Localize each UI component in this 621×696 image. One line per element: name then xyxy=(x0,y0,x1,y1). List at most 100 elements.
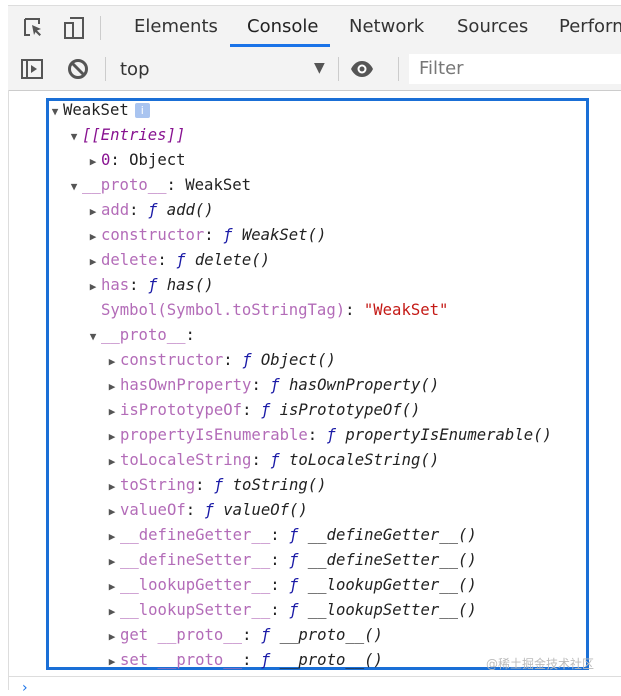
tree-row[interactable]: ▶ constructor: ƒ WeakSet() xyxy=(85,223,327,249)
collapsed-triangle-icon[interactable]: ▶ xyxy=(104,374,120,399)
tree-row[interactable]: ▶ __defineSetter__: ƒ __defineSetter__() xyxy=(104,548,477,573)
inspect-element-icon[interactable] xyxy=(22,16,46,40)
collapsed-triangle-icon[interactable]: ▶ xyxy=(104,474,120,499)
divider xyxy=(398,57,399,81)
property-key: has xyxy=(101,276,130,294)
function-icon: ƒ xyxy=(260,651,271,669)
function-name: WeakSet() xyxy=(241,226,327,244)
separator: : xyxy=(129,201,148,219)
property-key: __lookupSetter__ xyxy=(120,601,271,619)
tree-row[interactable]: ▶ has: ƒ has() xyxy=(85,273,214,298)
tree-row[interactable]: ▼ __proto__: xyxy=(85,323,195,348)
tab-network[interactable]: Network xyxy=(349,16,424,37)
tree-row[interactable]: ▶ __lookupSetter__: ƒ __lookupSetter__() xyxy=(104,598,477,623)
chevron-down-icon[interactable]: ▼ xyxy=(314,60,325,76)
collapsed-triangle-icon[interactable]: ▶ xyxy=(85,224,101,249)
function-icon: ƒ xyxy=(289,551,299,569)
collapsed-triangle-icon[interactable]: ▶ xyxy=(104,449,120,474)
tab-console[interactable]: Console xyxy=(247,16,318,37)
divider xyxy=(105,57,106,81)
collapsed-triangle-icon[interactable]: ▶ xyxy=(104,399,120,424)
tree-row[interactable]: ▶ toLocaleString: ƒ toLocaleString() xyxy=(104,448,440,474)
tab-performance[interactable]: Perform xyxy=(559,16,621,37)
function-icon: ƒ xyxy=(242,351,252,369)
console-prompt[interactable]: › xyxy=(22,680,28,696)
property-key: hasOwnProperty xyxy=(120,376,252,394)
tree-row[interactable]: ▶ valueOf: ƒ valueOf() xyxy=(104,498,308,523)
collapsed-triangle-icon[interactable]: ▶ xyxy=(104,574,120,599)
clear-console-icon[interactable] xyxy=(66,57,90,81)
property-key: 0 xyxy=(101,151,111,169)
separator: : xyxy=(242,626,261,644)
function-name: __proto__() xyxy=(279,626,383,644)
tree-row[interactable]: ▶ get __proto__: ƒ __proto__() xyxy=(104,623,383,648)
expanded-triangle-icon[interactable]: ▼ xyxy=(66,124,82,149)
tree-row[interactable]: ▶ add: ƒ add() xyxy=(85,198,214,223)
expanded-triangle-icon[interactable]: ▼ xyxy=(85,324,101,349)
separator: : xyxy=(270,551,289,569)
tree-row[interactable]: ▶ delete: ƒ delete() xyxy=(85,248,270,273)
filter-input[interactable] xyxy=(409,54,619,83)
expanded-triangle-icon[interactable]: ▼ xyxy=(66,174,82,199)
tree-row[interactable]: ▼ __proto__: WeakSet xyxy=(66,173,251,198)
watermark: @稀土掘金技术社区 xyxy=(486,657,595,671)
collapsed-triangle-icon[interactable]: ▶ xyxy=(104,524,120,549)
function-name: __lookupGetter__() xyxy=(307,576,477,594)
separator: : xyxy=(307,426,327,444)
collapsed-triangle-icon[interactable]: ▶ xyxy=(104,349,120,374)
collapsed-triangle-icon[interactable]: ▶ xyxy=(85,149,101,174)
sidebar-toggle-icon[interactable] xyxy=(20,57,44,81)
separator: : xyxy=(195,476,214,494)
property-key: toString xyxy=(120,476,196,494)
tree-row[interactable]: ▼ [[Entries]] xyxy=(66,123,186,149)
console-toolbar: top ▼ xyxy=(8,48,621,91)
tree-row[interactable]: Symbol(Symbol.toStringTag): "WeakSet" xyxy=(85,298,448,323)
tree-row[interactable]: ▶ __lookupGetter__: ƒ __lookupGetter__() xyxy=(104,573,477,598)
function-name: __lookupSetter__() xyxy=(307,601,477,619)
tree-row[interactable]: ▶ 0: Object xyxy=(85,148,186,173)
collapsed-triangle-icon[interactable]: ▶ xyxy=(85,274,101,299)
separator: : xyxy=(270,576,289,594)
filter-field[interactable] xyxy=(409,54,621,84)
separator: : xyxy=(185,501,205,519)
function-icon: ƒ xyxy=(147,201,158,219)
separator: : xyxy=(242,401,261,419)
tree-row[interactable]: ▶ hasOwnProperty: ƒ hasOwnProperty() xyxy=(104,373,440,399)
property-key: propertyIsEnumerable xyxy=(120,426,308,444)
collapsed-triangle-icon[interactable]: ▶ xyxy=(104,499,120,524)
tree-row[interactable]: ▶ constructor: ƒ Object() xyxy=(104,348,336,373)
eye-icon[interactable] xyxy=(350,57,374,81)
collapsed-triangle-icon[interactable]: ▶ xyxy=(85,199,101,224)
function-name: isPrototypeOf() xyxy=(279,401,421,419)
property-key: get __proto__ xyxy=(120,626,243,644)
string-value: "WeakSet" xyxy=(363,301,449,319)
separator: : xyxy=(166,176,186,194)
info-icon[interactable]: i xyxy=(134,103,150,118)
tree-row[interactable]: ▶ __defineGetter__: ƒ __defineGetter__() xyxy=(104,523,477,548)
tree-row[interactable]: ▶ set __proto__: ƒ __proto__() xyxy=(104,648,383,673)
tree-row[interactable]: ▶ isPrototypeOf: ƒ isPrototypeOf() xyxy=(104,398,421,424)
separator: : xyxy=(157,251,177,269)
separator: : xyxy=(251,376,271,394)
tab-elements[interactable]: Elements xyxy=(134,16,218,37)
divider xyxy=(8,90,9,690)
context-selector[interactable]: top xyxy=(120,59,150,80)
collapsed-triangle-icon[interactable]: ▶ xyxy=(104,649,120,674)
separator: : xyxy=(270,601,289,619)
separator: : xyxy=(270,526,289,544)
collapsed-triangle-icon[interactable]: ▶ xyxy=(104,549,120,574)
tab-sources[interactable]: Sources xyxy=(457,16,528,37)
collapsed-triangle-icon[interactable]: ▶ xyxy=(104,599,120,624)
collapsed-triangle-icon[interactable]: ▶ xyxy=(104,424,120,449)
device-toolbar-icon[interactable] xyxy=(62,16,86,40)
tree-row[interactable]: ▶ propertyIsEnumerable: ƒ propertyIsEnume… xyxy=(104,423,552,448)
tree-row[interactable]: ▶ toString: ƒ toString() xyxy=(104,473,327,498)
function-icon: ƒ xyxy=(270,376,280,394)
tree-row[interactable]: ▼ WeakSet i xyxy=(47,98,150,123)
collapsed-triangle-icon[interactable]: ▶ xyxy=(104,624,120,649)
collapsed-triangle-icon[interactable]: ▶ xyxy=(85,249,101,274)
property-key: __lookupGetter__ xyxy=(120,576,271,594)
property-key: __defineSetter__ xyxy=(120,551,271,569)
separator: : xyxy=(110,151,130,169)
expanded-triangle-icon[interactable]: ▼ xyxy=(47,99,63,124)
